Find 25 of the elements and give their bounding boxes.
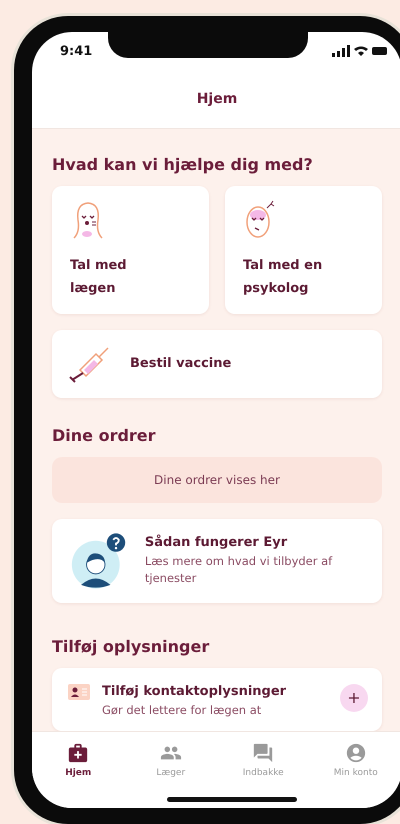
header-title: Hjem bbox=[196, 91, 238, 107]
section-heading: Tilføj oplysninger bbox=[52, 636, 210, 656]
chat-bubbles-icon bbox=[252, 742, 274, 764]
add-info-card[interactable]: Tilføj kontaktoplysninger Gør det lettere for lægen at + bbox=[52, 668, 382, 731]
service-card[interactable]: Tal med en psykolog bbox=[225, 186, 382, 314]
orders-empty-text: Dine ordrer vises her bbox=[154, 472, 280, 487]
tab-item[interactable]: Hjem bbox=[32, 732, 124, 788]
service-label: Tal med en psykolog bbox=[243, 257, 324, 298]
medical-bag-icon bbox=[67, 742, 90, 764]
section-heading: Dine ordrer bbox=[52, 426, 157, 445]
vaccine-card[interactable]: Bestil vaccine bbox=[52, 330, 382, 398]
info-text: Læs mere om hvad vi tilbyder af tjenester bbox=[144, 552, 334, 587]
vaccine-label: Bestil vaccine bbox=[130, 356, 232, 372]
service-card[interactable]: Tal med lægen bbox=[52, 186, 209, 314]
add-button[interactable]: + bbox=[340, 684, 368, 712]
contact-card-icon bbox=[68, 684, 90, 700]
account-icon bbox=[344, 742, 367, 764]
status-icons bbox=[332, 45, 388, 57]
section-heading: Hvad kan vi hjælpe dig med? bbox=[52, 155, 314, 174]
info-title: Sådan fungerer Eyr bbox=[144, 534, 288, 550]
add-info-text: Gør det lettere for lægen at bbox=[102, 702, 262, 719]
service-label: Tal med lægen bbox=[70, 257, 128, 298]
info-card[interactable]: Sådan fungerer Eyr Læs mere om hvad vi tilbyder af tjenester bbox=[52, 518, 382, 603]
status-time: 9:41 bbox=[60, 44, 92, 58]
add-info-title: Tilføj kontaktoplysninger bbox=[102, 684, 286, 699]
